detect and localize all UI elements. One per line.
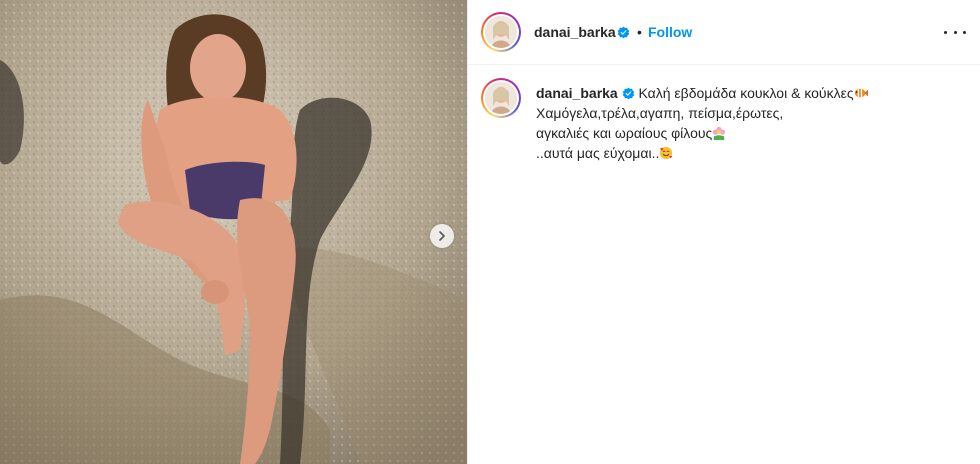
smiling-face-with-hearts-emoji-icon [660,146,673,160]
caption-line-4: ..αυτά μας εύχομαι.. [536,143,956,163]
next-photo-button[interactable] [430,224,454,248]
caption-text-3: αγκαλιές και ωραίους φίλους [536,125,713,141]
flower-emoji-icon [713,126,726,140]
caption-author-username[interactable]: danai_barka [536,85,618,101]
caption-text-2: Χαμόγελα,τρέλα,αγαπη, πείσμα,έρωτες, [536,105,784,121]
author-username[interactable]: danai_barka [534,24,616,40]
more-options-icon[interactable] [944,22,966,42]
fish-emoji-icon [854,88,868,98]
caption-line-3: αγκαλιές και ωραίους φίλους [536,123,956,143]
caption-text-1: Καλή εβδομάδα κουκλοι & κούκλες [638,85,854,101]
caption-text-4: ..αυτά μας εύχομαι.. [536,145,660,161]
post-caption: danai_barka Καλή εβδομάδα κουκλοι & κούκ… [536,83,956,163]
caption-line-1: danai_barka Καλή εβδομάδα κουκλοι & κούκ… [536,83,956,103]
post-header: danai_barka • Follow [468,0,980,65]
author-avatar[interactable] [481,12,521,52]
chevron-right-icon [439,231,445,241]
header-separator: • [637,24,642,40]
post-photo[interactable] [0,0,467,464]
panel-divider [467,0,468,464]
follow-button[interactable]: Follow [648,24,692,40]
verified-badge-icon [622,87,634,100]
caption-author-avatar[interactable] [481,78,521,118]
verified-badge-icon [617,26,630,39]
